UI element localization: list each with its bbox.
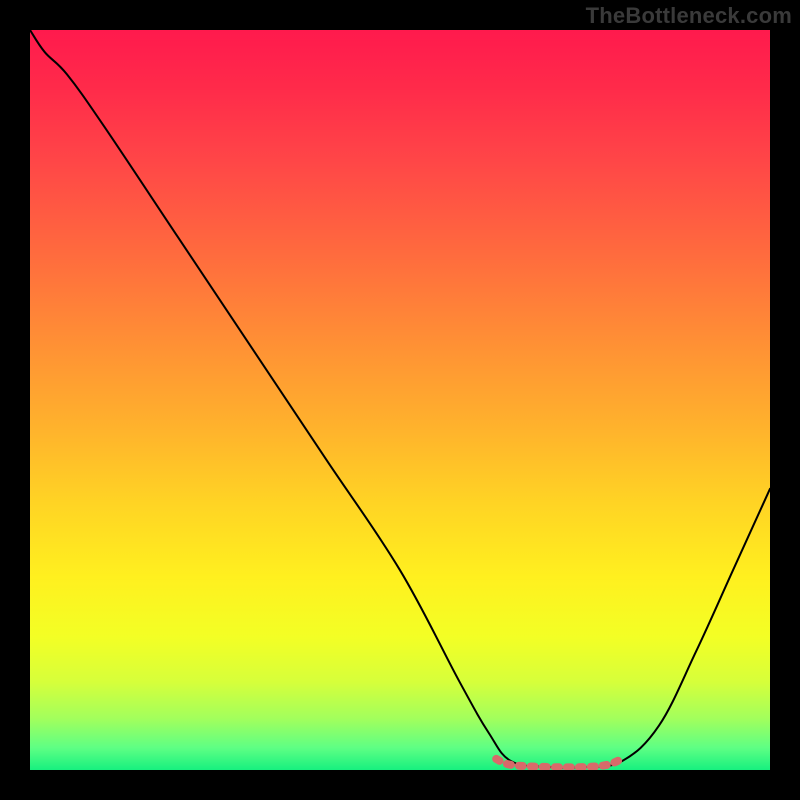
curve-svg: [30, 30, 770, 770]
plot-area: [30, 30, 770, 770]
watermark-text: TheBottleneck.com: [586, 3, 792, 29]
bottleneck-curve: [30, 30, 770, 768]
